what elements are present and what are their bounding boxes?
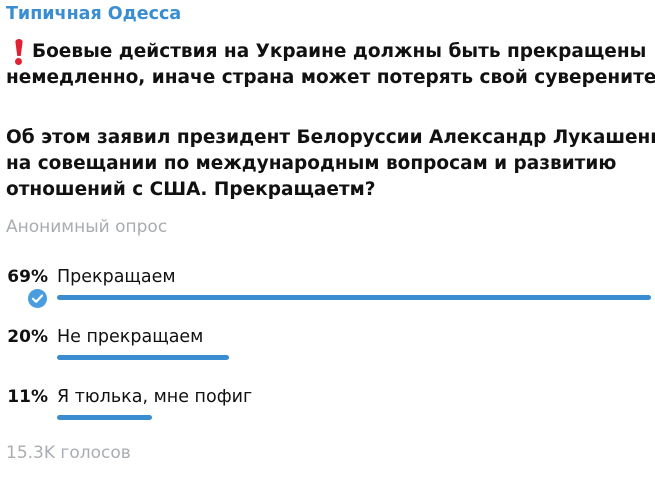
- poll-type-label: Анонимный опрос: [6, 217, 168, 237]
- poll-option-label: Я тюлька, мне пофиг: [57, 387, 253, 407]
- body-line-1: Об этом заявил президент Белоруссии Алек…: [6, 127, 655, 148]
- body-line-3: отношений с США. Прекращаетм?: [6, 179, 376, 200]
- poll-option-label: Прекращаем: [57, 267, 176, 287]
- headline-line-2: немедленно, иначе страна может потерять …: [6, 67, 655, 88]
- check-icon: [28, 289, 47, 308]
- poll-option-percent: 11%: [7, 387, 48, 407]
- channel-name[interactable]: Типичная Одесса: [6, 4, 181, 24]
- poll-option-percent: 69%: [7, 267, 48, 287]
- poll-option-bar: [57, 355, 229, 360]
- poll-option[interactable]: 20% Не прекращаем: [6, 325, 651, 365]
- poll-option[interactable]: 11% Я тюлька, мне пофиг: [6, 385, 651, 425]
- total-votes: 15.3K голосов: [6, 443, 131, 463]
- poll-option-percent: 20%: [7, 327, 48, 347]
- poll-option-bar: [57, 415, 152, 420]
- headline-line-1: Боевые действия на Украине должны быть п…: [32, 41, 647, 62]
- poll-option-label: Не прекращаем: [57, 327, 204, 347]
- poll-option-bar: [57, 295, 651, 300]
- body-line-2: на совещании по международным вопросам и…: [6, 153, 617, 174]
- poll-option[interactable]: 69% Прекращаем: [6, 265, 651, 308]
